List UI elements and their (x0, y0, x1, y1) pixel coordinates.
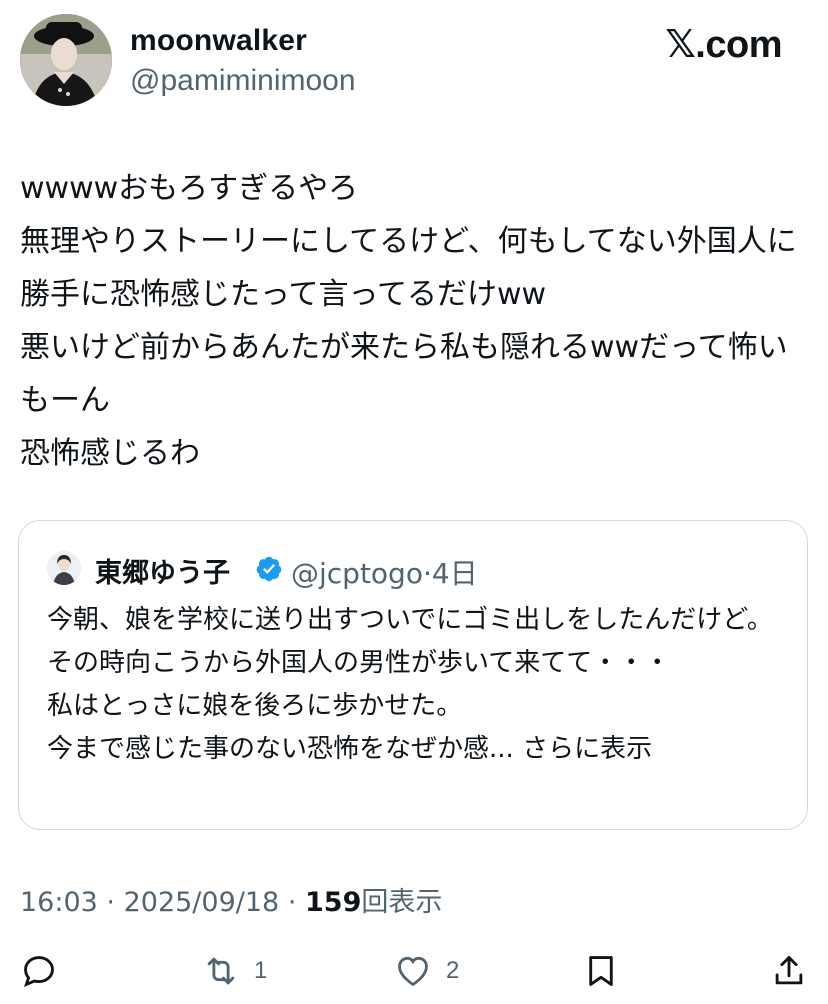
retweet-icon (207, 957, 235, 985)
x-com-brand: 𝕏.com (665, 24, 782, 66)
share-button[interactable] (770, 946, 808, 996)
like-count: 2 (446, 957, 460, 984)
heart-icon (398, 956, 428, 987)
user-avatar[interactable] (20, 14, 112, 106)
reply-button[interactable] (20, 946, 58, 996)
views-count: 159 (305, 887, 362, 918)
like-button[interactable]: 2 (394, 946, 459, 996)
tweet-date[interactable]: 2025/09/18 (124, 887, 280, 918)
quoted-body: 今朝、娘を学校に送り出すついでにゴミ出しをしたんだけど。 その時向こうから外国人… (47, 605, 773, 764)
quoted-age[interactable]: 4日 (432, 557, 478, 590)
author-display-name[interactable]: moonwalker (130, 24, 307, 58)
views-label: 回表示 (361, 887, 443, 918)
tweet-timestamp: 16:03 · 2025/09/18 · 159回表示 (20, 880, 442, 919)
author-handle[interactable]: @pamiminimoon (130, 64, 356, 98)
quoted-meta: @jcptogo·4日 (291, 552, 478, 592)
quoted-text: 今朝、娘を学校に送り出すついでにゴミ出しをしたんだけど。 その時向こうから外国人… (47, 599, 787, 771)
meta-separator: · (422, 557, 432, 590)
quoted-handle[interactable]: @jcptogo (291, 557, 423, 590)
verified-badge-icon (256, 556, 282, 582)
share-icon (775, 956, 803, 985)
show-more-link[interactable]: さらに表示 (522, 734, 652, 764)
reply-icon (23, 956, 54, 987)
quoted-tweet-card[interactable]: 東郷ゆう子 @jcptogo·4日 今朝、娘を学校に送り出すついでにゴミ出しをし… (18, 520, 808, 830)
quoted-author-name[interactable]: 東郷ゆう子 (95, 551, 230, 590)
quoted-author-avatar[interactable] (47, 551, 81, 585)
retweet-button[interactable]: 1 (202, 946, 267, 996)
tweet-time[interactable]: 16:03 (20, 887, 98, 918)
meta-separator: · (287, 887, 297, 918)
bookmark-button[interactable] (582, 946, 620, 996)
tweet-text: wwwwおもろすぎるやろ 無理やりストーリーにしてるけど、何もしてない外国人に勝… (20, 171, 797, 471)
action-bar: 1 2 (0, 946, 828, 996)
retweet-count: 1 (254, 957, 268, 984)
bookmark-icon (589, 956, 613, 986)
meta-separator: · (106, 887, 115, 918)
